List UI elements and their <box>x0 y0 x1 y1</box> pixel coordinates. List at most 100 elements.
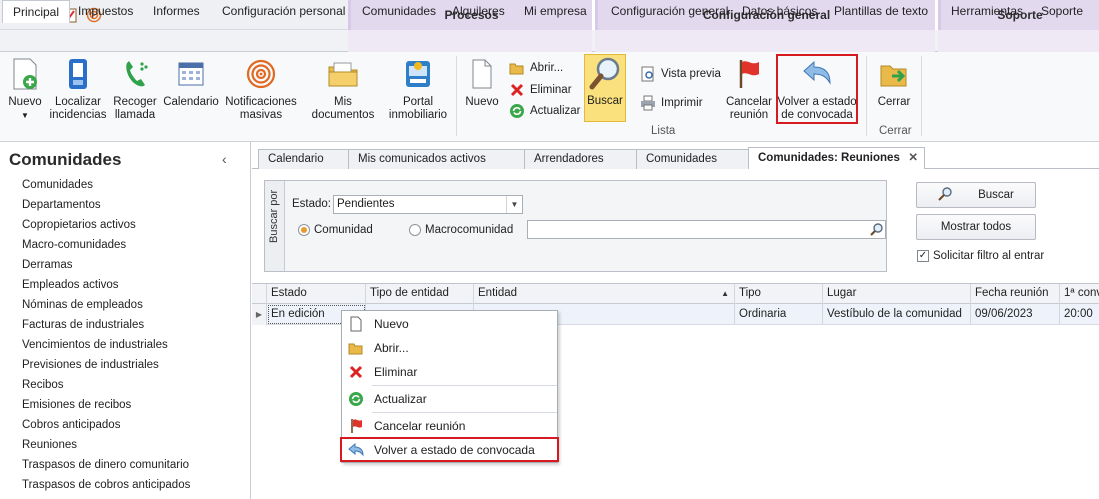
mis-documentos-button[interactable]: Mis documentos <box>302 56 384 122</box>
notificaciones-masivas-button[interactable]: Notificaciones masivas <box>224 56 298 122</box>
radio-macrocomunidad[interactable]: Macrocomunidad <box>409 224 513 236</box>
tab-impuestos[interactable]: Impuestos <box>78 0 133 22</box>
nav-item-macro-comunidades[interactable]: Macro-comunidades <box>22 238 190 258</box>
context-tab-background <box>595 30 935 52</box>
doctab-comunidades-reuniones[interactable]: Comunidades: Reuniones ✕ <box>748 147 925 170</box>
nav-item-empleados[interactable]: Empleados activos <box>22 278 190 298</box>
navigation-panel: Comunidades ‹ Comunidades Departamentos … <box>0 142 251 499</box>
entity-search-input[interactable] <box>527 220 886 239</box>
solicitar-filtro-checkbox[interactable]: ✓ Solicitar filtro al entrar <box>917 250 1044 262</box>
doctab-arrendadores[interactable]: Arrendadores <box>524 149 638 169</box>
doctab-comunidades[interactable]: Comunidades <box>636 149 750 169</box>
nav-item-previsiones[interactable]: Previsiones de industriales <box>22 358 190 378</box>
magnifier-icon <box>938 186 952 204</box>
nav-item-departamentos[interactable]: Departamentos <box>22 198 190 218</box>
menu-item-abrir[interactable]: Abrir... <box>342 336 557 360</box>
nav-item-copropietarios[interactable]: Copropietarios activos <box>22 218 190 238</box>
column-header-entidad[interactable]: Entidad ▲ <box>474 284 735 304</box>
menu-item-cancelar-reunion[interactable]: Cancelar reunión <box>342 414 557 438</box>
nav-item-derramas[interactable]: Derramas <box>22 258 190 278</box>
collapse-chevron-icon[interactable]: ‹ <box>222 151 227 167</box>
nav-item-vencimientos[interactable]: Vencimientos de industriales <box>22 338 190 358</box>
calendario-button[interactable]: Calendario <box>163 56 219 109</box>
tab-herramientas[interactable]: Herramientas <box>951 0 1023 22</box>
eliminar-button[interactable]: Eliminar <box>509 82 572 98</box>
mostrar-todos-button[interactable]: Mostrar todos <box>916 214 1036 240</box>
nav-item-comunidades[interactable]: Comunidades <box>22 178 190 198</box>
open-folder-icon <box>344 341 368 355</box>
context-tab-background <box>348 30 592 52</box>
imprimir-button[interactable]: Imprimir <box>640 95 703 111</box>
tab-mi-empresa[interactable]: Mi empresa <box>524 0 587 22</box>
flag-icon <box>344 418 368 434</box>
tab-configuracion-general[interactable]: Configuración general <box>611 0 728 22</box>
column-header-estado[interactable]: Estado <box>267 284 366 304</box>
search-filter-box: Buscar por Estado: Pendientes ▼ Comunida… <box>264 180 887 272</box>
tab-configuracion-personal[interactable]: Configuración personal <box>222 0 345 22</box>
tab-alquileres[interactable]: Alquileres <box>452 0 505 22</box>
tab-informes[interactable]: Informes <box>153 0 200 22</box>
menu-separator <box>372 412 557 413</box>
portal-icon <box>401 56 435 92</box>
new-icon <box>8 56 42 92</box>
cell-primera-convocatoria[interactable]: 20:00 <box>1060 304 1099 325</box>
exit-folder-icon <box>877 56 911 92</box>
new-document-icon <box>465 56 499 92</box>
nav-item-recibos[interactable]: Recibos <box>22 378 190 398</box>
nav-item-facturas[interactable]: Facturas de industriales <box>22 318 190 338</box>
cell-lugar[interactable]: Vestíbulo de la comunidad <box>823 304 971 325</box>
radio-dot <box>409 224 421 236</box>
tab-comunidades[interactable]: Comunidades <box>362 0 436 22</box>
vista-previa-button[interactable]: Vista previa <box>640 66 721 82</box>
dropdown-arrow-icon: ▼ <box>21 111 29 120</box>
nuevo-list-button[interactable]: Nuevo <box>463 56 501 109</box>
column-header-tipo-entidad[interactable]: Tipo de entidad <box>366 284 474 304</box>
menu-item-actualizar[interactable]: Actualizar <box>342 387 557 411</box>
nav-item-cobros[interactable]: Cobros anticipados <box>22 418 190 438</box>
folder-documents-icon <box>326 56 360 92</box>
refresh-icon <box>509 103 525 119</box>
tab-principal[interactable]: Principal <box>2 0 71 23</box>
cancelar-reunion-button[interactable]: Cancelar reunión <box>723 56 775 122</box>
printer-icon <box>640 95 656 111</box>
recoger-llamada-button[interactable]: Recoger llamada <box>110 56 160 122</box>
doctab-mis-comunicados[interactable]: Mis comunicados activos <box>348 149 526 169</box>
buscar-button[interactable]: Buscar <box>584 54 626 122</box>
localizar-incidencias-button[interactable]: Localizar incidencias <box>49 56 107 122</box>
new-document-icon <box>344 316 368 332</box>
nuevo-button[interactable]: Nuevo ▼ <box>7 56 43 122</box>
menu-item-eliminar[interactable]: Eliminar <box>342 360 557 384</box>
delete-x-icon <box>509 82 525 98</box>
open-folder-icon <box>509 60 525 76</box>
buscar-filter-button[interactable]: Buscar <box>916 182 1036 208</box>
nav-item-nominas[interactable]: Nóminas de empleados <box>22 298 190 318</box>
column-header-primera-convocatoria[interactable]: 1ª convo <box>1060 284 1099 304</box>
doctab-calendario[interactable]: Calendario <box>258 149 354 169</box>
cell-tipo[interactable]: Ordinaria <box>735 304 823 325</box>
chevron-down-icon[interactable]: ▼ <box>506 196 522 213</box>
group-label-cerrar: Cerrar <box>879 125 912 137</box>
nav-item-traspasos-cobros[interactable]: Traspasos de cobros anticipados <box>22 478 190 498</box>
portal-inmobiliario-button[interactable]: Portal inmobiliario <box>388 56 448 122</box>
estado-label: Estado: <box>292 198 331 210</box>
close-tab-icon[interactable]: ✕ <box>908 148 918 169</box>
nav-item-reuniones[interactable]: Reuniones <box>22 438 190 458</box>
group-separator <box>866 56 867 136</box>
estado-combo[interactable]: Pendientes ▼ <box>333 195 523 214</box>
column-header-tipo[interactable]: Tipo <box>735 284 823 304</box>
search-icon[interactable] <box>867 221 885 238</box>
menu-item-nuevo[interactable]: Nuevo <box>342 312 557 336</box>
actualizar-button[interactable]: Actualizar <box>509 103 581 119</box>
column-header-fecha-reunion[interactable]: Fecha reunión <box>971 284 1060 304</box>
row-indicator-icon: ▶ <box>252 304 267 325</box>
nav-item-emisiones[interactable]: Emisiones de recibos <box>22 398 190 418</box>
tab-datos-basicos[interactable]: Datos básicos <box>742 0 817 22</box>
column-header-lugar[interactable]: Lugar <box>823 284 971 304</box>
cerrar-button[interactable]: Cerrar <box>874 56 914 109</box>
tab-plantillas-de-texto[interactable]: Plantillas de texto <box>834 0 928 22</box>
nav-item-traspasos-dinero[interactable]: Traspasos de dinero comunitario <box>22 458 190 478</box>
abrir-button[interactable]: Abrir... <box>509 60 563 76</box>
radio-comunidad[interactable]: Comunidad <box>298 224 373 236</box>
tab-soporte[interactable]: Soporte <box>1041 0 1083 22</box>
cell-fecha-reunion[interactable]: 09/06/2023 <box>971 304 1060 325</box>
